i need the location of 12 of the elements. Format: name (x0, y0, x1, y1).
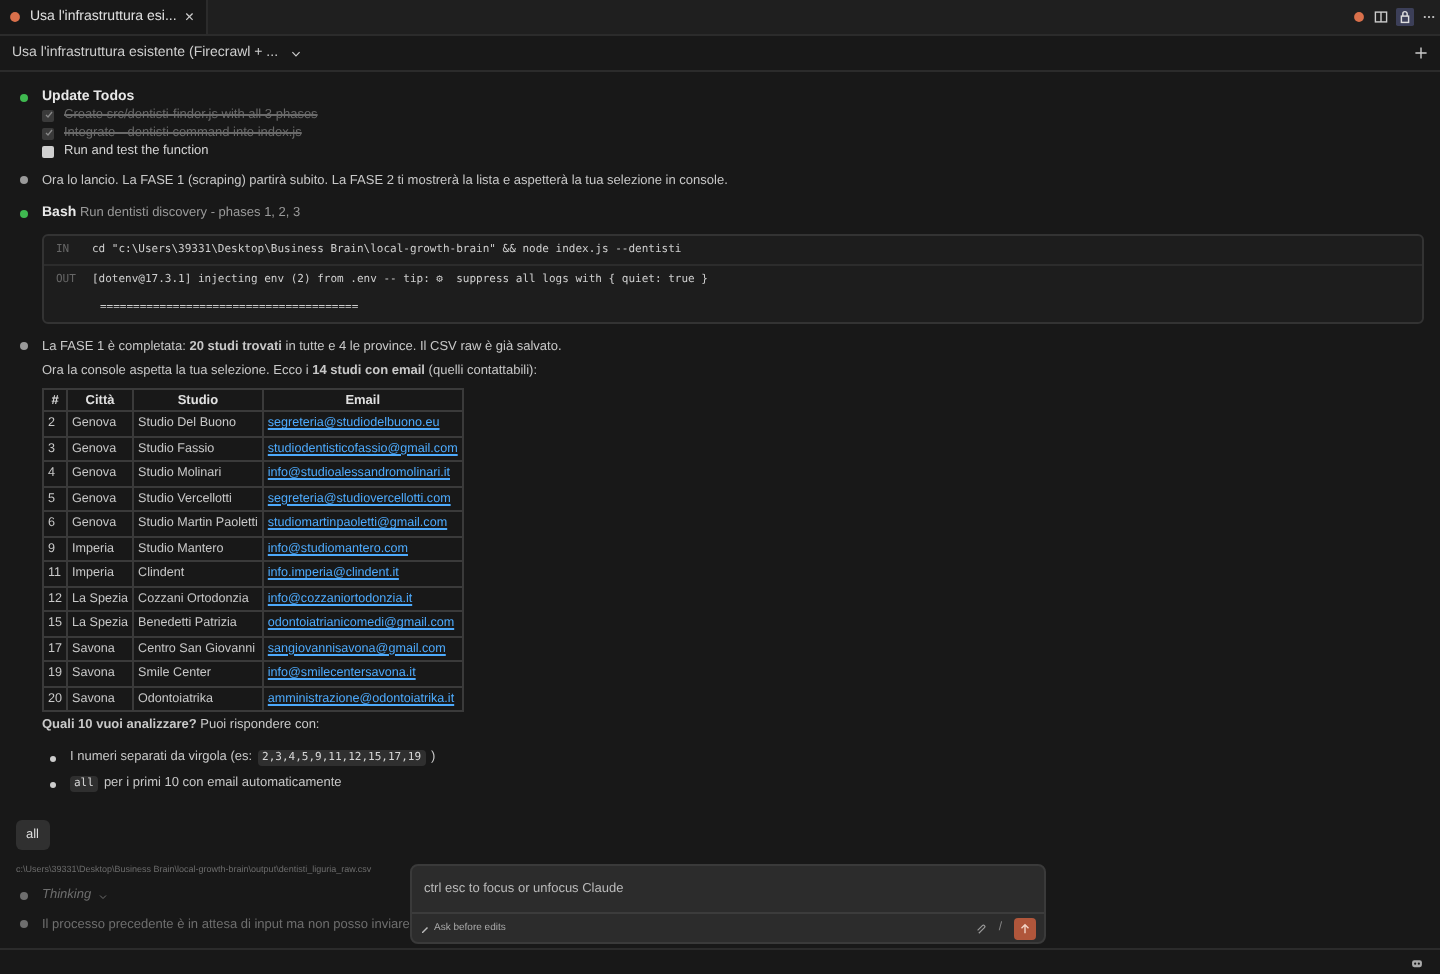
plus-icon[interactable] (1414, 46, 1428, 60)
bullet-icon (50, 781, 56, 787)
robot-icon[interactable] (1410, 955, 1424, 969)
split-editor-icon[interactable] (1374, 10, 1388, 24)
bullet-icon (50, 755, 56, 761)
paperclip-icon[interactable] (974, 922, 987, 934)
pencil-icon (420, 923, 430, 933)
arrow-up-icon (1018, 921, 1032, 935)
chevron-down-icon (290, 47, 303, 59)
lock-icon[interactable] (1396, 8, 1414, 26)
close-button[interactable]: × (184, 8, 194, 26)
send-button[interactable] (1014, 917, 1036, 939)
